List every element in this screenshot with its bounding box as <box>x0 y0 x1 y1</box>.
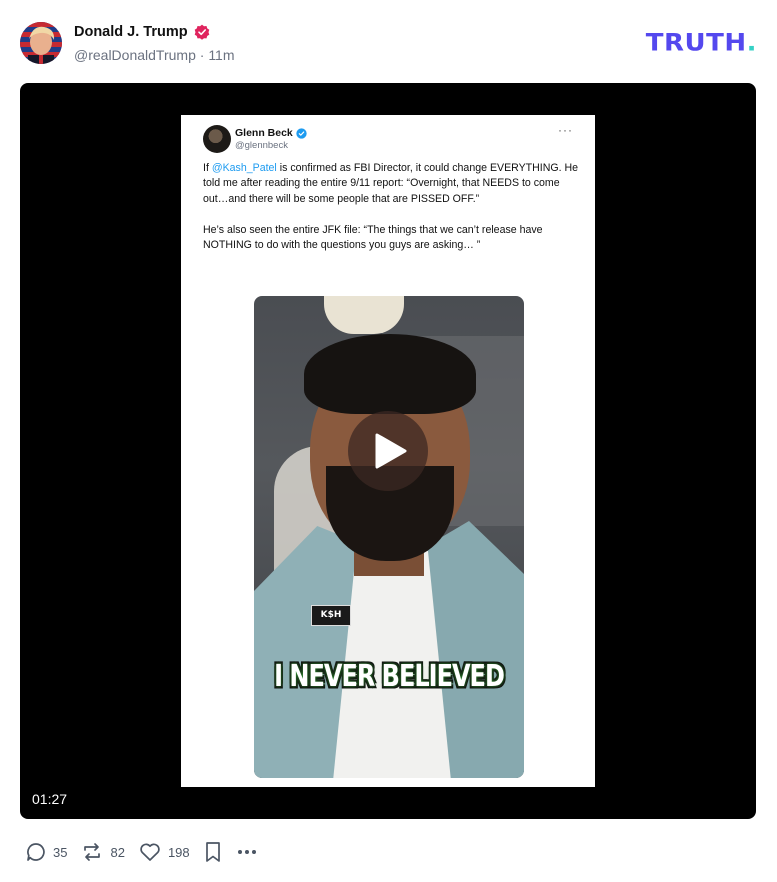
like-count: 198 <box>167 844 190 860</box>
bookmark-button[interactable] <box>204 841 222 863</box>
lapel-pin: K$H <box>311 605 351 626</box>
heart-icon <box>140 843 160 861</box>
tweet-text-lead: If <box>203 162 212 174</box>
verified-badge-icon <box>194 24 209 40</box>
author-avatar[interactable] <box>20 22 62 64</box>
author-handle[interactable]: @realDonaldTrump <box>74 47 196 63</box>
tweet-body: If @Kash_Patel is confirmed as FBI Direc… <box>203 161 581 253</box>
truth-logo-dot: . <box>746 29 757 57</box>
repost-button[interactable]: 82 <box>81 842 125 862</box>
post-header: Donald J. Trump @realDonaldTrump · 11m T… <box>20 20 757 66</box>
tweet-avatar <box>203 125 231 153</box>
tweet-more-icon: ··· <box>558 123 573 137</box>
bookmark-icon <box>205 842 220 862</box>
video-thumbnail: K$H I NEVER BELIEVED <box>254 296 524 778</box>
more-horizontal-icon <box>237 850 256 854</box>
meta-separator: · <box>199 47 205 63</box>
video-caption: I NEVER BELIEVED <box>274 658 505 694</box>
like-button[interactable]: 198 <box>139 842 190 862</box>
post-time[interactable]: 11m <box>208 47 234 63</box>
truth-social-logo[interactable]: TRUTH. <box>646 29 757 57</box>
more-options-button[interactable] <box>236 842 258 862</box>
video-player[interactable]: Glenn Beck @glennbeck ··· If @Kash_Patel… <box>20 83 756 819</box>
tweet-author-handle: @glennbeck <box>235 140 288 151</box>
truth-logo-text: TRUTH <box>645 29 747 57</box>
reply-button[interactable]: 35 <box>26 842 67 862</box>
repost-count: 82 <box>110 844 125 860</box>
tweet-verified-icon <box>296 127 307 139</box>
tweet-text-rest: is confirmed as FBI Director, it could c… <box>203 162 579 252</box>
post-actions-bar: 35 82 198 <box>26 840 272 864</box>
tweet-author-name: Glenn Beck <box>235 127 293 139</box>
repost-icon <box>84 843 101 861</box>
author-meta: @realDonaldTrump · 11m <box>74 47 235 63</box>
author-name[interactable]: Donald J. Trump <box>74 24 188 40</box>
play-icon <box>375 433 407 469</box>
reply-icon <box>27 843 45 861</box>
tweet-mention: @Kash_Patel <box>211 162 277 174</box>
lamp-shade <box>324 296 404 334</box>
hair <box>304 334 476 414</box>
play-button[interactable] <box>348 411 428 491</box>
video-duration: 01:27 <box>32 791 68 807</box>
reply-count: 35 <box>53 844 68 860</box>
